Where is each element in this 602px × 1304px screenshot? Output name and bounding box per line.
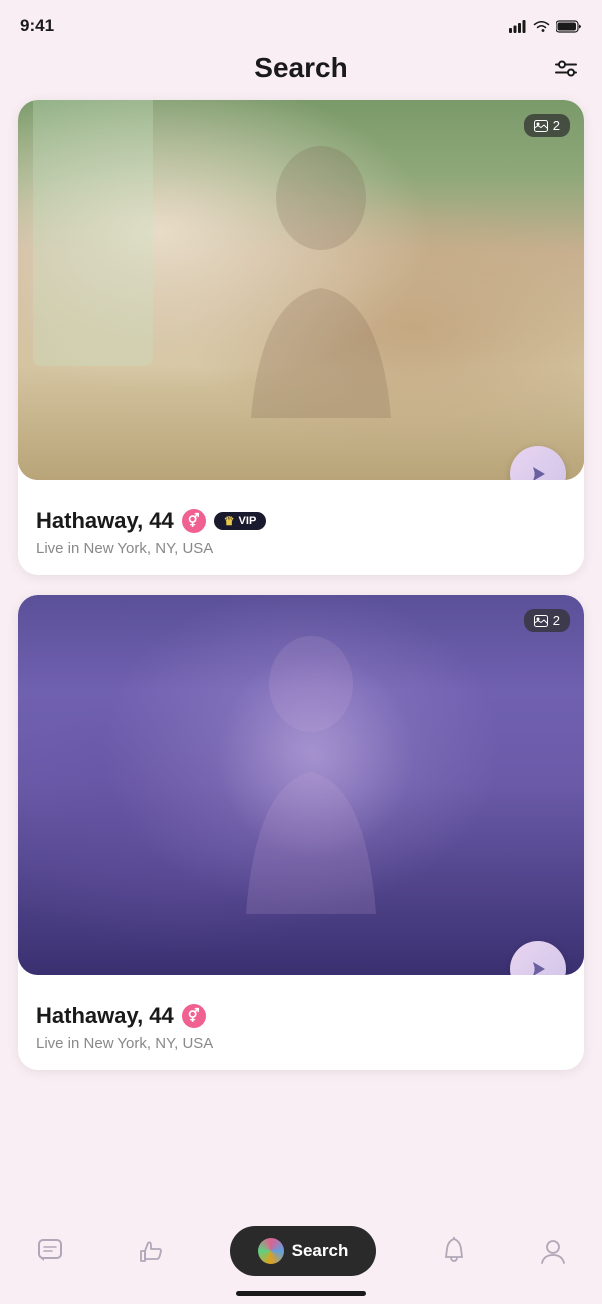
card-image-wrap-2[interactable]: 2 xyxy=(18,595,584,975)
status-bar: 9:41 xyxy=(0,0,602,44)
gender-symbol-1: ⚥ xyxy=(188,513,200,529)
profile-card-2: 2 Hathaway, 44 ⚥ Live in New York, NY, U… xyxy=(18,595,584,1070)
card-location-1: Live in New York, NY, USA xyxy=(36,540,566,557)
send-icon-1 xyxy=(527,463,549,480)
photo-count-1: 2 xyxy=(553,118,560,133)
vip-label-1: VIP xyxy=(239,515,257,527)
vip-badge-1: ♛ VIP xyxy=(214,512,267,530)
profile-photo-2 xyxy=(18,595,584,975)
battery-icon xyxy=(556,20,582,33)
card-info-1: Hathaway, 44 ⚥ ♛ VIP Live in New York, N… xyxy=(18,480,584,575)
page-header: Search xyxy=(0,44,602,100)
card-name-row-2: Hathaway, 44 ⚥ xyxy=(36,1003,566,1029)
card-image-wrap-1[interactable]: 2 xyxy=(18,100,584,480)
filter-button[interactable] xyxy=(554,60,582,85)
nav-chat-button[interactable] xyxy=(28,1229,72,1273)
nav-like-button[interactable] xyxy=(129,1229,173,1273)
like-icon xyxy=(137,1237,165,1265)
nav-notification-button[interactable] xyxy=(433,1229,475,1273)
photo-count-badge-1: 2 xyxy=(524,114,570,137)
gender-symbol-2: ⚥ xyxy=(188,1008,200,1024)
card-info-2: Hathaway, 44 ⚥ Live in New York, NY, USA xyxy=(18,975,584,1070)
card-name-row-1: Hathaway, 44 ⚥ ♛ VIP xyxy=(36,508,566,534)
photo-count-badge-2: 2 xyxy=(524,609,570,632)
card-name-1: Hathaway, 44 xyxy=(36,508,174,534)
gender-badge-2: ⚥ xyxy=(182,1004,206,1028)
nav-profile-button[interactable] xyxy=(532,1229,574,1273)
status-time: 9:41 xyxy=(20,16,54,36)
image-icon-2 xyxy=(534,615,548,627)
card-name-2: Hathaway, 44 xyxy=(36,1003,174,1029)
bell-icon xyxy=(441,1237,467,1265)
nav-search-label: Search xyxy=(292,1241,349,1261)
chat-icon xyxy=(36,1237,64,1265)
search-orb-icon xyxy=(258,1238,284,1264)
gender-badge-1: ⚥ xyxy=(182,509,206,533)
send-icon-2 xyxy=(527,958,549,975)
home-indicator xyxy=(236,1291,366,1296)
card-location-2: Live in New York, NY, USA xyxy=(36,1035,566,1052)
wifi-icon xyxy=(533,20,550,33)
profile-card-1: 2 Hathaway, 44 ⚥ ♛ VIP Live in New xyxy=(18,100,584,575)
photo-count-2: 2 xyxy=(553,613,560,628)
profile-cards-container: 2 Hathaway, 44 ⚥ ♛ VIP Live in New xyxy=(0,100,602,1070)
profile-icon xyxy=(540,1237,566,1265)
image-icon-1 xyxy=(534,120,548,132)
status-icons xyxy=(509,20,582,33)
signal-icon xyxy=(509,20,527,33)
filter-icon xyxy=(554,60,582,82)
page-title: Search xyxy=(254,52,347,84)
nav-search-button[interactable]: Search xyxy=(230,1226,377,1276)
crown-icon-1: ♛ xyxy=(224,514,235,528)
profile-photo-1 xyxy=(18,100,584,480)
